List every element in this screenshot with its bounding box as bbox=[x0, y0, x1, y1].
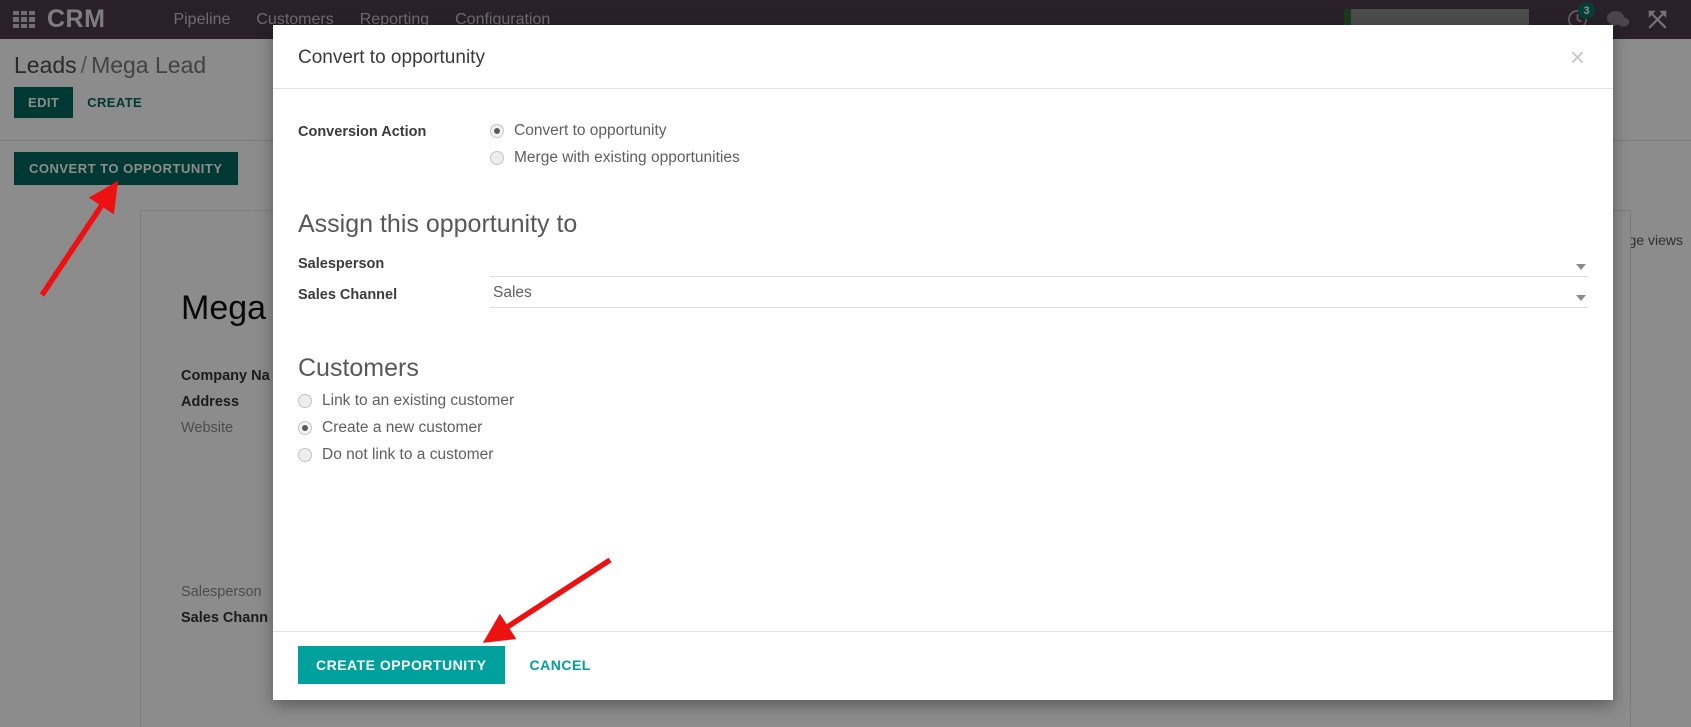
radio-do-not-link-customer[interactable]: Do not link to a customer bbox=[298, 446, 1588, 464]
sales-channel-field-row: Sales Channel bbox=[298, 279, 1588, 310]
radio-create-new-customer[interactable]: Create a new customer bbox=[298, 419, 1588, 437]
close-icon[interactable]: × bbox=[1564, 42, 1591, 72]
chevron-down-icon[interactable] bbox=[1576, 264, 1586, 270]
radio-dot-icon bbox=[298, 394, 312, 408]
conversion-action-radios: Convert to opportunity Merge with existi… bbox=[490, 122, 740, 167]
sales-channel-control[interactable] bbox=[490, 281, 1588, 308]
radio-label: Merge with existing opportunities bbox=[514, 149, 740, 166]
salesperson-field-row: Salesperson bbox=[298, 248, 1588, 279]
dialog-header: Convert to opportunity × bbox=[273, 25, 1613, 89]
radio-label: Create a new customer bbox=[322, 419, 483, 436]
radio-label: Do not link to a customer bbox=[322, 446, 494, 463]
radio-link-existing-customer[interactable]: Link to an existing customer bbox=[298, 392, 1588, 410]
radio-dot-icon bbox=[490, 151, 504, 165]
radio-dot-icon bbox=[298, 448, 312, 462]
assign-section-heading: Assign this opportunity to bbox=[298, 210, 578, 238]
salesperson-control[interactable] bbox=[490, 250, 1588, 277]
cancel-button[interactable]: CANCEL bbox=[512, 646, 609, 684]
conversion-action-group: Conversion Action Convert to opportunity… bbox=[298, 122, 1588, 167]
create-opportunity-button[interactable]: CREATE OPPORTUNITY bbox=[298, 646, 505, 684]
conversion-action-label: Conversion Action bbox=[298, 124, 427, 140]
dialog-footer: CREATE OPPORTUNITY CANCEL bbox=[273, 631, 1613, 700]
radio-label: Convert to opportunity bbox=[514, 122, 667, 139]
radio-merge-with-existing[interactable]: Merge with existing opportunities bbox=[490, 149, 740, 167]
chevron-down-icon[interactable] bbox=[1576, 295, 1586, 301]
sales-channel-input[interactable] bbox=[490, 284, 1588, 304]
assign-opportunity-section: Assign this opportunity to Salesperson S… bbox=[298, 210, 1588, 310]
customers-section: Customers Link to an existing customer C… bbox=[298, 354, 1588, 464]
dialog-body: Conversion Action Convert to opportunity… bbox=[273, 89, 1613, 631]
convert-to-opportunity-dialog: Convert to opportunity × Conversion Acti… bbox=[273, 25, 1613, 700]
customers-section-heading: Customers bbox=[298, 354, 419, 382]
radio-dot-icon bbox=[298, 421, 312, 435]
dialog-title: Convert to opportunity bbox=[298, 47, 485, 68]
customers-radios: Link to an existing customer Create a ne… bbox=[298, 392, 1588, 464]
sales-channel-label: Sales Channel bbox=[298, 286, 398, 303]
salesperson-input[interactable] bbox=[490, 253, 1588, 273]
salesperson-label: Salesperson bbox=[298, 255, 385, 272]
radio-dot-icon bbox=[490, 124, 504, 138]
radio-convert-to-opportunity[interactable]: Convert to opportunity bbox=[490, 122, 740, 140]
radio-label: Link to an existing customer bbox=[322, 392, 515, 409]
